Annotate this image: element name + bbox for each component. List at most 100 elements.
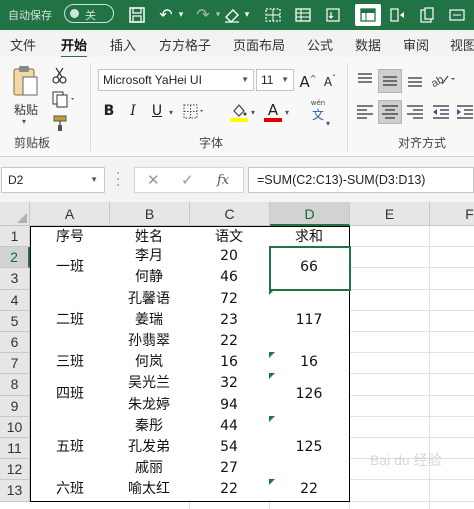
column-header-f[interactable]: F xyxy=(430,202,474,226)
class-cell[interactable]: 六班 xyxy=(30,479,110,502)
tab-review[interactable]: 审阅 xyxy=(403,35,429,54)
tab-page-layout[interactable]: 页面布局 xyxy=(233,35,285,54)
align-left-icon[interactable] xyxy=(354,101,376,123)
tab-home[interactable]: 开始 xyxy=(61,35,88,59)
row-header-7[interactable]: 7 xyxy=(0,353,30,375)
sum-cell[interactable]: 117 xyxy=(269,288,350,354)
bold-button[interactable]: B xyxy=(98,101,120,123)
select-cells-icon[interactable] xyxy=(262,4,284,26)
row-header-6[interactable]: 6 xyxy=(0,332,30,354)
align-center-icon[interactable] xyxy=(378,100,402,124)
align-bottom-icon[interactable] xyxy=(404,69,426,91)
format-painter-icon[interactable] xyxy=(50,113,70,133)
cancel-icon[interactable]: ✕ xyxy=(147,171,160,189)
row-header-3[interactable]: 3 xyxy=(0,268,30,290)
class-cell[interactable]: 五班 xyxy=(30,415,110,481)
score-cell[interactable]: 46 xyxy=(189,267,270,290)
fill-color-button[interactable]: ▾ xyxy=(228,101,258,125)
phonetic-button[interactable]: wén 文 ▾ xyxy=(304,99,332,128)
cut-icon[interactable] xyxy=(50,65,70,85)
row-header-4[interactable]: 4 xyxy=(0,289,30,311)
score-cell[interactable]: 20 xyxy=(189,246,270,269)
row-header-13[interactable]: 13 xyxy=(0,480,30,502)
score-cell[interactable]: 32 xyxy=(189,373,270,396)
name-cell[interactable]: 朱龙婷 xyxy=(109,394,190,417)
column-header-e[interactable]: E xyxy=(350,202,430,226)
class-cell[interactable]: 四班 xyxy=(30,373,110,417)
eraser-dropdown-icon[interactable]: ▾ xyxy=(242,4,252,26)
tab-insert[interactable]: 插入 xyxy=(110,35,136,54)
insert-function-icon[interactable]: fx xyxy=(217,173,229,188)
header-cell-d[interactable]: 求和 xyxy=(269,226,350,248)
align-middle-icon[interactable] xyxy=(378,69,402,93)
table-icon[interactable] xyxy=(292,4,314,26)
column-header-a[interactable]: A xyxy=(30,202,110,226)
tab-fangfang[interactable]: 方方格子 xyxy=(159,35,211,54)
paste-icon[interactable] xyxy=(416,4,438,26)
row-header-9[interactable]: 9 xyxy=(0,395,30,417)
enter-icon[interactable]: ✓ xyxy=(181,171,194,189)
header-cell-c[interactable]: 语文 xyxy=(189,226,270,248)
more-icon[interactable] xyxy=(446,4,468,26)
font-color-button[interactable]: A ▾ xyxy=(262,101,292,125)
row-header-12[interactable]: 12 xyxy=(0,459,30,481)
increase-indent-icon[interactable] xyxy=(454,101,474,123)
class-cell[interactable]: 三班 xyxy=(30,352,110,375)
shrink-font-button[interactable]: Aˇ xyxy=(319,69,341,91)
insert-column-icon[interactable] xyxy=(386,4,408,26)
align-top-icon[interactable] xyxy=(354,69,376,91)
tab-data[interactable]: 数据 xyxy=(355,35,381,54)
header-cell-b[interactable]: 姓名 xyxy=(109,226,190,248)
name-cell[interactable]: 何岚 xyxy=(109,352,190,375)
row-header-5[interactable]: 5 xyxy=(0,310,30,332)
score-cell[interactable]: 54 xyxy=(189,437,270,460)
class-cell[interactable]: 一班 xyxy=(30,246,110,290)
sum-cell[interactable]: 22 xyxy=(269,479,350,502)
freeze-panes-icon[interactable] xyxy=(355,4,381,26)
sum-cell[interactable]: 126 xyxy=(269,373,350,417)
align-right-icon[interactable] xyxy=(404,101,426,123)
select-all-button[interactable] xyxy=(0,202,30,226)
row-header-8[interactable]: 8 xyxy=(0,374,30,396)
tab-formulas[interactable]: 公式 xyxy=(307,35,333,54)
column-header-c[interactable]: C xyxy=(190,202,270,226)
score-cell[interactable]: 72 xyxy=(189,288,270,311)
undo-icon[interactable]: ↶ xyxy=(156,4,176,26)
name-cell[interactable]: 孔馨语 xyxy=(109,288,190,311)
name-cell[interactable]: 喻太红 xyxy=(109,479,190,502)
copy-icon[interactable] xyxy=(50,89,78,109)
grow-font-button[interactable]: A^ xyxy=(297,69,319,91)
score-cell[interactable]: 22 xyxy=(189,331,270,354)
column-header-b[interactable]: B xyxy=(110,202,190,226)
autosave-toggle[interactable]: 关 xyxy=(64,4,114,23)
score-cell[interactable]: 44 xyxy=(189,415,270,438)
formula-input[interactable]: =SUM(C2:C13)-SUM(D3:D13) xyxy=(248,167,474,193)
italic-button[interactable]: I xyxy=(122,101,144,123)
orientation-icon[interactable]: ab xyxy=(428,69,458,91)
row-header-1[interactable]: 1 xyxy=(0,226,30,248)
row-header-2[interactable]: 2 xyxy=(0,247,30,269)
row-header-11[interactable]: 11 xyxy=(0,438,30,460)
sum-cell[interactable]: 125 xyxy=(269,415,350,481)
underline-dropdown-icon[interactable]: ▾ xyxy=(169,108,173,117)
eraser-icon[interactable] xyxy=(222,4,242,26)
paste-button[interactable]: 粘贴 ▾ xyxy=(8,65,44,126)
borders-icon[interactable] xyxy=(180,101,206,123)
undo-dropdown-icon[interactable]: ▾ xyxy=(176,4,186,26)
score-cell[interactable]: 16 xyxy=(189,352,270,375)
column-header-d[interactable]: D xyxy=(270,202,350,226)
score-cell[interactable]: 23 xyxy=(189,309,270,332)
tab-file[interactable]: 文件 xyxy=(10,35,36,54)
worksheet-grid[interactable]: ABCDEF 1 2 3 4 5 6 7 8 9 10 11 12 13 序号 姓名 语文 求和 一班 李月 20 何… xyxy=(0,202,474,509)
font-name-select[interactable]: Microsoft YaHei UI ▼ xyxy=(98,69,254,91)
font-size-select[interactable]: 11 ▼ xyxy=(256,69,294,91)
name-cell[interactable]: 秦彤 xyxy=(109,415,190,438)
score-cell[interactable]: 27 xyxy=(189,458,270,481)
name-cell[interactable]: 吴光兰 xyxy=(109,373,190,396)
class-cell[interactable]: 二班 xyxy=(30,288,110,354)
score-cell[interactable]: 94 xyxy=(189,394,270,417)
header-cell-a[interactable]: 序号 xyxy=(30,226,110,248)
underline-button[interactable]: U xyxy=(146,101,168,123)
name-cell[interactable]: 何静 xyxy=(109,267,190,290)
save-icon[interactable] xyxy=(126,4,148,26)
